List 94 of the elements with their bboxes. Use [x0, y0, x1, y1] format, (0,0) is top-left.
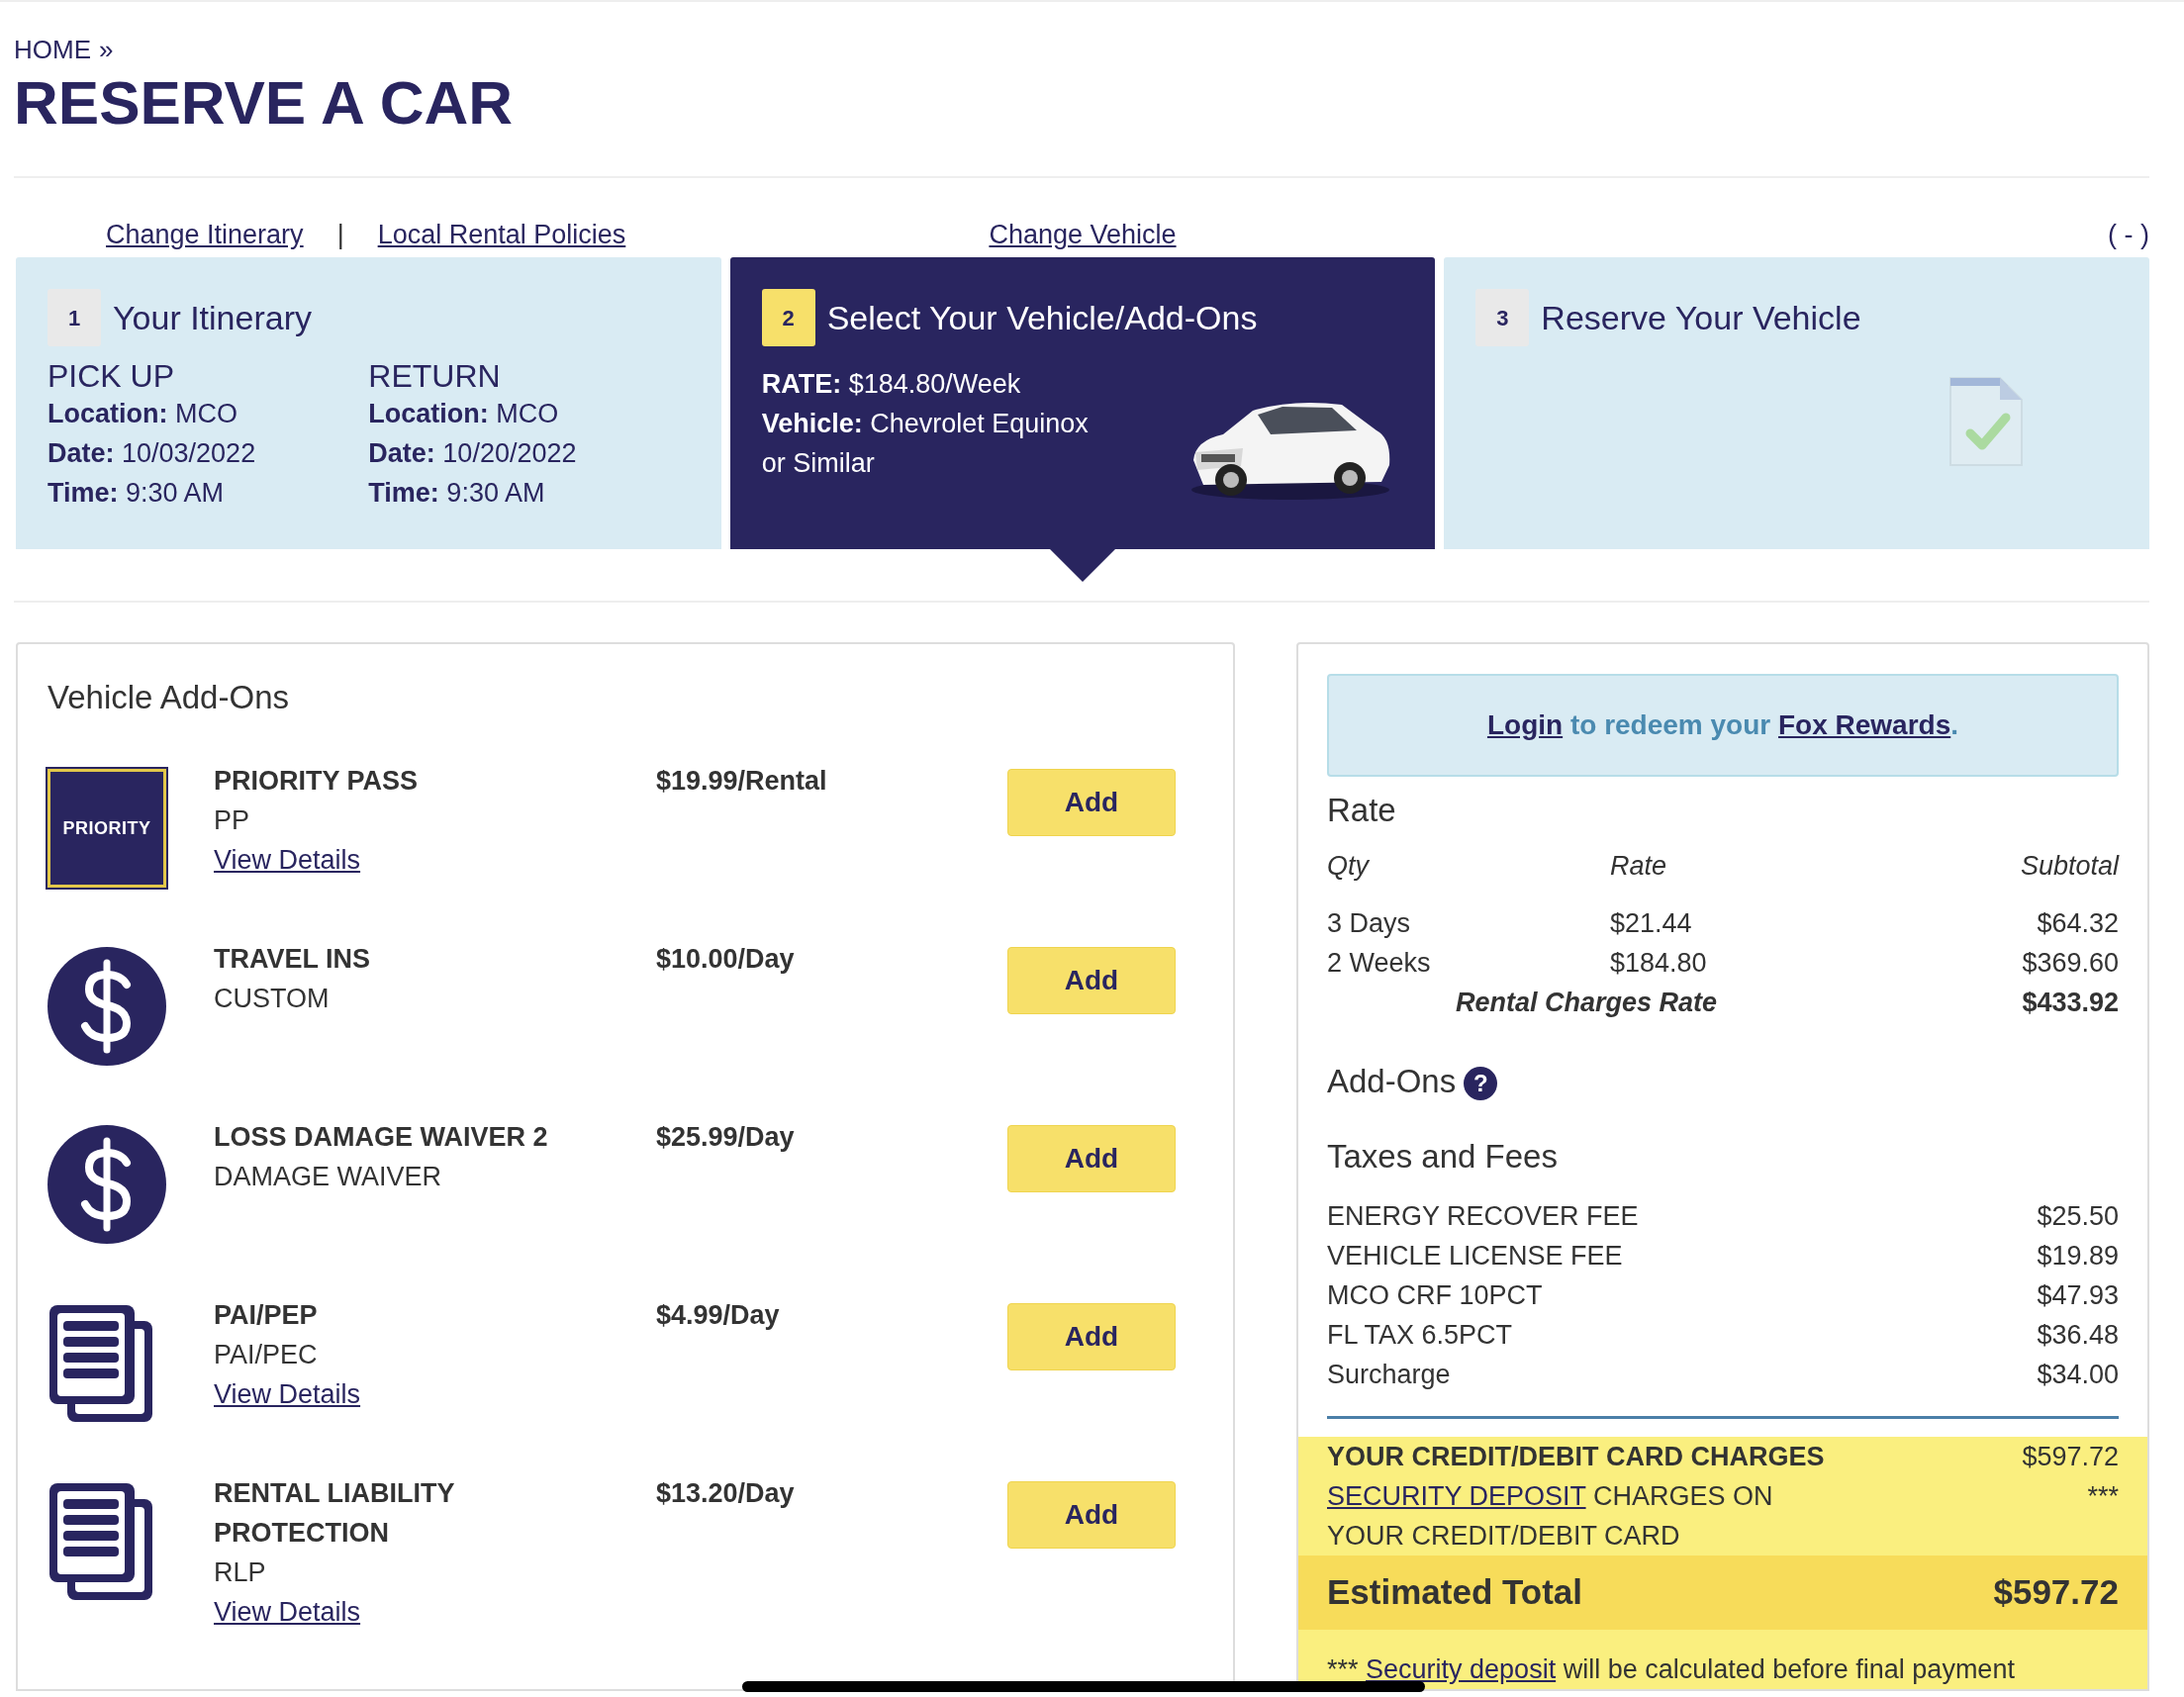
step-number: 2 [761, 289, 815, 346]
vehicle-detail: Vehicle: Chevrolet Equinox or Similar [761, 408, 1090, 480]
itinerary-detail: Location: MCO [47, 398, 238, 430]
add-button[interactable]: Add [1007, 1303, 1176, 1370]
deposit-text: SECURITY DEPOSIT CHARGES ON YOUR CREDIT/DEBIT CARD [1327, 1480, 1774, 1553]
addon-code: DAMAGE WAIVER [214, 1161, 443, 1193]
table-cell-text: 2 Weeks [1327, 947, 1432, 980]
fee-amount: $34.00 [2037, 1359, 2119, 1391]
breadcrumb-link[interactable]: HOME [14, 34, 91, 65]
addon-name: PRIORITY PASS [214, 765, 420, 798]
step-number: 3 [1475, 289, 1530, 346]
login-link[interactable]: Login [1486, 709, 1564, 740]
fee-amount: $47.93 [2037, 1279, 2119, 1312]
addon-code: RLP [214, 1556, 267, 1589]
itinerary-detail: Time: 9:30 AM [47, 477, 226, 510]
fee-amount: $19.89 [2037, 1240, 2119, 1273]
fee-label: ENERGY RECOVER FEE [1327, 1200, 1639, 1233]
addon-code: PP [214, 804, 251, 837]
step-number: 1 [47, 289, 101, 346]
policies-link[interactable]: Local Rental Policies [377, 218, 626, 251]
vehicle-detail: RATE: $184.80/Week [761, 368, 1022, 401]
addon-name: PAI/PEP [214, 1299, 319, 1332]
step-title: Reserve Your Vehicle [1541, 298, 1861, 337]
vehicle-link[interactable]: Change Vehicle [989, 218, 1177, 251]
section-heading: Add-Ons [1327, 1062, 1457, 1101]
addon-code: CUSTOM [214, 983, 331, 1015]
footnote: *** Security deposit will be calculated before final payment [1327, 1653, 2016, 1686]
total-label: Estimated Total [1327, 1571, 1582, 1614]
rewards-link[interactable]: Fox Rewards [1778, 709, 1951, 740]
table-cell-text: 3 Days [1327, 907, 1412, 940]
itinerary-detail: Date: 10/03/2022 [47, 437, 257, 470]
link-separator: | [336, 219, 344, 251]
step-title: Your Itinerary [113, 298, 312, 337]
column-header: Subtotal [2020, 850, 2119, 883]
dollar-icon [47, 1125, 166, 1244]
table-cell-text: $184.80 [1610, 947, 1708, 980]
breadcrumb-separator: » [99, 34, 114, 65]
add-button[interactable]: Add [1007, 947, 1176, 1014]
fee-label: FL TAX 6.5PCT [1327, 1319, 1513, 1352]
step-card[interactable]: 3 Reserve Your Vehicle [1444, 257, 2149, 549]
subtotal-amount: $433.92 [2022, 987, 2119, 1019]
total-amount: $597.72 [1993, 1571, 2119, 1614]
charges-amount: $597.72 [2022, 1441, 2119, 1473]
details-link[interactable]: View Details [214, 1592, 361, 1632]
fee-label: VEHICLE LICENSE FEE [1327, 1240, 1623, 1273]
rewards-message: Login to redeem your Fox Rewards. [1486, 708, 1959, 742]
addon-price: $4.99/Day [656, 1299, 781, 1332]
deposit-link[interactable]: Security deposit [1366, 1654, 1557, 1684]
help-icon[interactable]: ? [1464, 1067, 1498, 1100]
fee-label: Surcharge [1327, 1359, 1451, 1391]
section-heading: PICK UP [47, 358, 176, 394]
charges-label: YOUR CREDIT/DEBIT CARD CHARGES [1327, 1441, 1825, 1473]
deposit-amount: *** [2087, 1480, 2119, 1513]
column-header: Qty [1327, 850, 1371, 883]
addon-name: LOSS DAMAGE WAIVER 2 [214, 1121, 549, 1154]
panel-heading: Vehicle Add-Ons [47, 678, 290, 717]
table-cell-text: $64.32 [2036, 907, 2119, 940]
details-link[interactable]: View Details [214, 1374, 361, 1414]
section-heading: RETURN [368, 358, 502, 394]
addon-price: $13.20/Day [656, 1477, 796, 1510]
add-button[interactable]: Add [1007, 769, 1176, 836]
collapse-toggle[interactable]: ( - ) [2108, 218, 2149, 251]
column-header: Rate [1610, 850, 1668, 883]
fee-label: MCO CRF 10PCT [1327, 1279, 1543, 1312]
itinerary-detail: Location: MCO [368, 398, 560, 430]
section-heading: Rate [1327, 791, 1397, 830]
details-link[interactable]: View Details [214, 840, 361, 880]
priority-logo: PRIORITY [47, 769, 166, 888]
addon-code: PAI/PEC [214, 1339, 319, 1371]
itinerary-detail: Date: 10/20/2022 [368, 437, 578, 470]
addon-price: $19.99/Rental [656, 765, 828, 798]
table-cell-text: $21.44 [1610, 907, 1693, 940]
addon-name: TRAVEL INS [214, 943, 372, 976]
addon-price: $25.99/Day [656, 1121, 796, 1154]
documents-icon [47, 1481, 154, 1602]
table-cell-text: $369.60 [2022, 947, 2119, 980]
add-button[interactable]: Add [1007, 1481, 1176, 1549]
add-button[interactable]: Add [1007, 1125, 1176, 1192]
itinerary-link[interactable]: Change Itinerary [106, 218, 304, 251]
section-heading: Taxes and Fees [1327, 1137, 1559, 1177]
dollar-icon [47, 947, 166, 1066]
step-title: Select Your Vehicle/Add-Ons [826, 298, 1258, 337]
fee-amount: $25.50 [2037, 1200, 2119, 1233]
step-card[interactable]: 1 Your Itinerary PICK UP Location: MCO Date: 10/03/2022 Time: 9:30 AM RETURN Location: MCO Date: 10/20/2022 Time: 9:30 AM [16, 257, 721, 549]
documents-icon [47, 1303, 154, 1424]
step-pointer [1050, 549, 1115, 582]
fee-amount: $36.48 [2037, 1319, 2119, 1352]
subtotal-label: Rental Charges Rate [1455, 987, 1717, 1019]
addon-price: $10.00/Day [656, 943, 796, 976]
document-check-icon [1948, 376, 2025, 467]
page-title: RESERVE A CAR [14, 67, 515, 139]
itinerary-detail: Time: 9:30 AM [368, 477, 546, 510]
addon-name: RENTAL LIABILITY PROTECTION [214, 1477, 455, 1550]
deposit-link[interactable]: SECURITY DEPOSIT [1327, 1481, 1586, 1511]
